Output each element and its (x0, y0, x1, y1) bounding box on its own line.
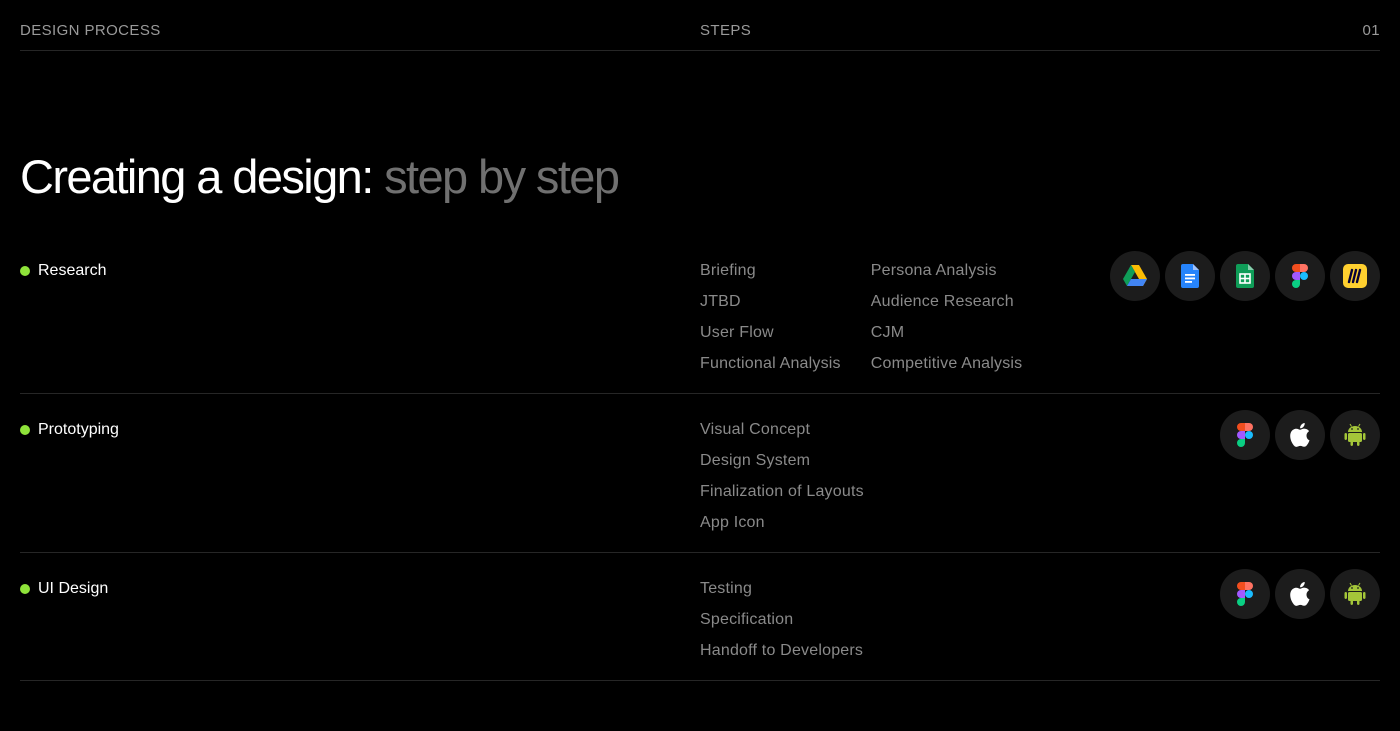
step-name: Prototyping (38, 421, 119, 438)
section-label: DESIGN PROCESS (20, 22, 161, 39)
task-item: Functional Analysis (700, 355, 841, 372)
tool-list (1220, 410, 1380, 460)
task-item: JTBD (700, 293, 741, 310)
task-item: Audience Research (870, 293, 1014, 310)
google-drive-icon (1110, 251, 1160, 301)
tool-list (1110, 251, 1380, 301)
task-list: Visual Concept Design System Finalizatio… (700, 420, 864, 532)
task-item: Competitive Analysis (870, 355, 1023, 372)
task-item: CJM (870, 324, 905, 341)
task-item: Specification (700, 611, 794, 628)
task-item: Finalization of Layouts (700, 483, 864, 500)
task-item: Testing (700, 580, 753, 597)
status-dot-icon (20, 265, 30, 276)
apple-icon (1275, 569, 1325, 619)
step-title: Research (20, 261, 106, 280)
google-sheets-icon (1220, 251, 1270, 301)
task-item: Briefing (700, 262, 756, 279)
status-dot-icon (20, 583, 30, 594)
google-docs-icon (1165, 251, 1215, 301)
step-title: UI Design (20, 579, 108, 598)
task-item: Persona Analysis (870, 262, 997, 279)
steps-label: STEPS (700, 22, 752, 39)
tool-list (1220, 569, 1380, 619)
page-title: Creating a design: step by step (20, 148, 620, 206)
task-item: User Flow (700, 324, 774, 341)
step-title: Prototyping (20, 420, 119, 439)
page-title-accent: step by step (384, 150, 620, 203)
task-list: Briefing JTBD User Flow Functional Analy… (700, 261, 1022, 373)
section-number: 01 (1362, 22, 1380, 39)
step-research: Research Briefing JTBD User Flow Functio… (20, 251, 1380, 394)
step-prototyping: Prototyping Visual Concept Design System… (20, 410, 1380, 553)
page-title-main: Creating a design: (20, 150, 374, 203)
apple-icon (1275, 410, 1325, 460)
task-item: Handoff to Developers (700, 642, 864, 659)
task-item: App Icon (700, 514, 765, 531)
task-item: Visual Concept (700, 421, 811, 438)
task-list: Testing Specification Handoff to Develop… (700, 579, 863, 660)
figma-icon (1220, 410, 1270, 460)
figma-icon (1220, 569, 1270, 619)
step-name: UI Design (38, 580, 109, 597)
top-bar: DESIGN PROCESS STEPS 01 (20, 0, 1380, 51)
task-item: Design System (700, 452, 811, 469)
status-dot-icon (20, 424, 30, 435)
figma-icon (1275, 251, 1325, 301)
android-icon (1330, 410, 1380, 460)
android-icon (1330, 569, 1380, 619)
step-ui-design: UI Design Testing Specification Handoff … (20, 569, 1380, 681)
step-name: Research (38, 262, 107, 279)
miro-icon (1330, 251, 1380, 301)
